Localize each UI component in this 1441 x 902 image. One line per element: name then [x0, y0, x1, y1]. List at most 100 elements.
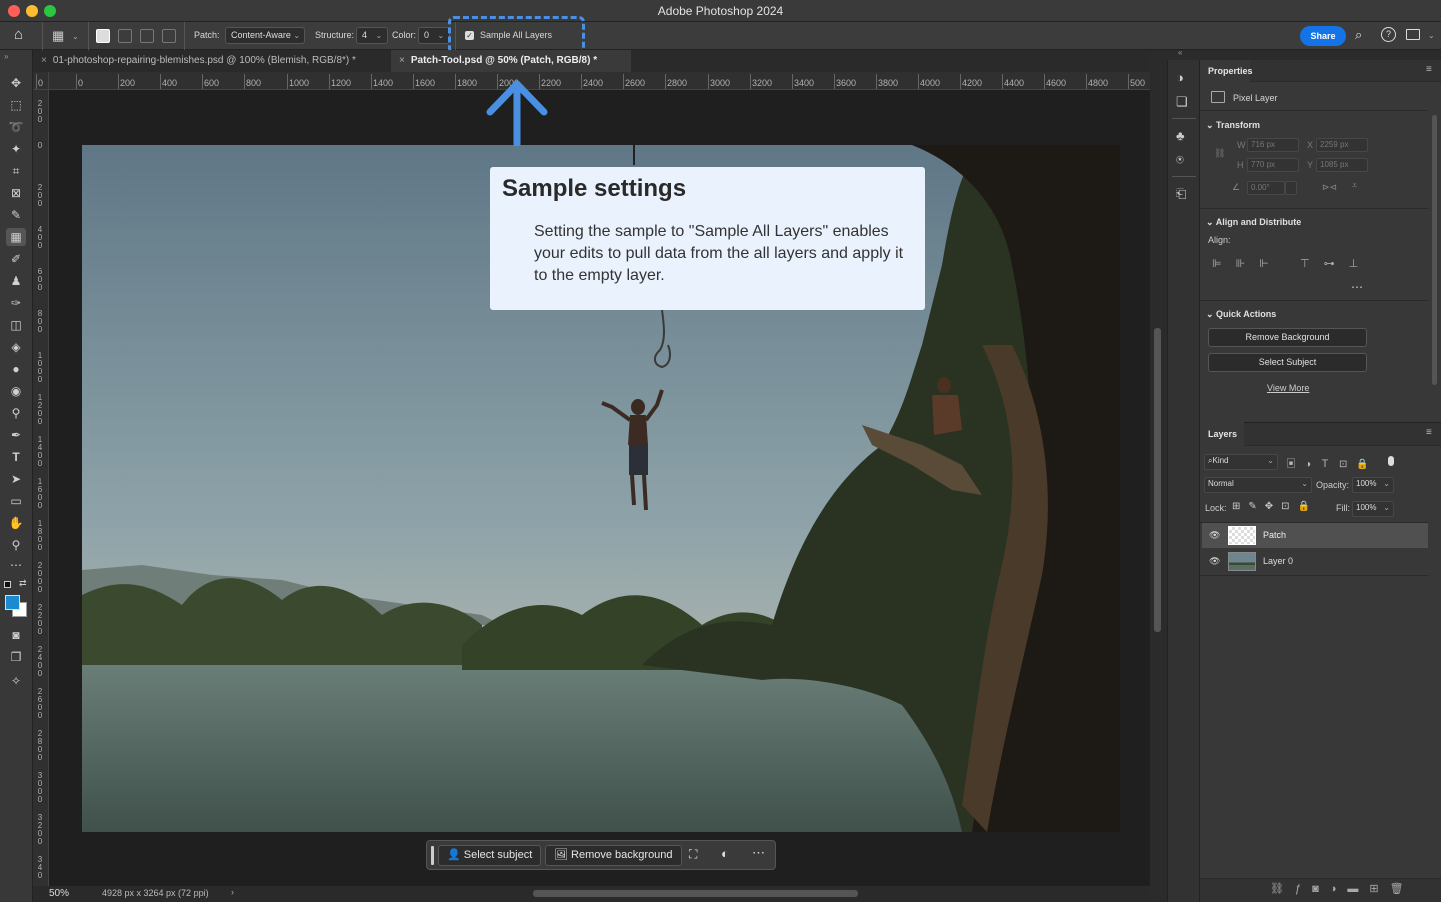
horizontal-ruler[interactable]: 0 0 200 400 600 800 1000 1200 1400 1600 1800 2000 22…: [36, 72, 1150, 90]
zoom-level[interactable]: 50%: [49, 888, 69, 899]
color-dropdown[interactable]: 0 ⌄: [418, 27, 450, 44]
color-panel-icon[interactable]: ♣: [1176, 128, 1185, 143]
more-align-options-icon[interactable]: ⋯: [1351, 280, 1363, 294]
chevron-down-icon[interactable]: ⌄: [72, 32, 79, 41]
properties-scrollbar[interactable]: [1432, 115, 1437, 385]
history-panel-icon[interactable]: ⎗: [1176, 186, 1186, 202]
crop-tool-icon[interactable]: ⌗: [6, 162, 26, 180]
workspace-icon[interactable]: [1406, 29, 1420, 40]
layers-footer-icons[interactable]: ⛓ƒ◙◑▬⊞🗑: [1270, 882, 1415, 895]
link-icon[interactable]: ⛓: [1214, 148, 1225, 159]
generative-icon[interactable]: ✧: [6, 672, 26, 690]
remove-background-action-button[interactable]: Remove Background: [1208, 328, 1367, 347]
tab-blemishes[interactable]: × 01-photoshop-repairing-blemishes.psd @ …: [33, 50, 393, 72]
panel-menu-icon[interactable]: ≡: [1426, 64, 1432, 75]
fill-field[interactable]: 100% ⌄: [1352, 501, 1394, 517]
path-selection-tool-icon[interactable]: ➤: [6, 470, 26, 488]
eraser-tool-icon[interactable]: ◫: [6, 316, 26, 334]
flip-horizontal-icon[interactable]: ⊳⊲: [1322, 182, 1337, 193]
lasso-tool-icon[interactable]: ➰: [6, 118, 26, 136]
frame-tool-icon[interactable]: ⊠: [6, 184, 26, 202]
layer-filter-dropdown[interactable]: ⌕Kind ⌄: [1204, 454, 1278, 470]
document-info[interactable]: 4928 px x 3264 px (72 ppi): [102, 888, 209, 898]
help-icon[interactable]: ?: [1381, 27, 1396, 42]
blur-tool-icon[interactable]: ●: [6, 360, 26, 378]
adjustment-icon[interactable]: ◐: [721, 846, 729, 861]
screen-mode-icon[interactable]: ❐: [6, 648, 26, 666]
select-subject-button[interactable]: 👤 Select subject: [438, 845, 542, 866]
brush-tool-icon[interactable]: ✐: [6, 250, 26, 268]
quick-mask-icon[interactable]: ◙: [6, 626, 26, 644]
opacity-field[interactable]: 100% ⌄: [1352, 477, 1394, 493]
drag-handle[interactable]: [431, 846, 434, 865]
y-field[interactable]: 1085 px: [1316, 158, 1368, 172]
paths-panel-icon[interactable]: ⍟: [1176, 152, 1184, 168]
eyedropper-tool-icon[interactable]: ✎: [6, 206, 26, 224]
x-field[interactable]: 2259 px: [1316, 138, 1368, 152]
remove-background-button[interactable]: 🖼 Remove background: [545, 845, 682, 866]
patch-tool-preset-icon[interactable]: ▦: [52, 28, 64, 44]
align-section-toggle[interactable]: ⌄ Align and Distribute: [1206, 217, 1301, 228]
hand-tool-icon[interactable]: ✋: [6, 514, 26, 532]
type-tool-icon[interactable]: T: [6, 448, 26, 466]
rectangle-tool-icon[interactable]: ▭: [6, 492, 26, 510]
share-button[interactable]: Share: [1300, 26, 1346, 46]
search-icon[interactable]: ⌕: [1355, 27, 1362, 43]
close-tab-icon[interactable]: ×: [399, 55, 405, 66]
paint-bucket-tool-icon[interactable]: ◈: [6, 338, 26, 356]
new-selection-icon[interactable]: [96, 29, 110, 43]
view-more-link[interactable]: View More: [1267, 383, 1309, 393]
intersect-selection-icon[interactable]: [162, 29, 176, 43]
default-colors-icon[interactable]: [4, 581, 11, 588]
more-options-icon[interactable]: ⋯: [752, 845, 765, 861]
patch-tool-icon[interactable]: ▦: [6, 228, 26, 246]
canvas-vertical-scrollbar[interactable]: [1150, 72, 1166, 886]
collapse-icon[interactable]: »: [4, 52, 8, 61]
angle-dropdown[interactable]: [1285, 181, 1297, 195]
horizontal-scroll-thumb[interactable]: [533, 890, 858, 897]
collapse-icon[interactable]: «: [1178, 48, 1182, 57]
dodge-tool-icon[interactable]: ◉: [6, 382, 26, 400]
history-brush-tool-icon[interactable]: ✑: [6, 294, 26, 312]
height-field[interactable]: 770 px: [1247, 158, 1299, 172]
vertical-ruler[interactable]: 2 0 0 0 2 0 0 4 0 0 6 0 0 8 0 0 1 0 0 0 1 2 0 0…: [33, 90, 49, 888]
libraries-panel-icon[interactable]: ❏: [1176, 94, 1188, 110]
transform-section-toggle[interactable]: ⌄ Transform: [1206, 120, 1260, 131]
foreground-color-swatch[interactable]: [5, 595, 20, 610]
magic-wand-tool-icon[interactable]: ✦: [6, 140, 26, 158]
clone-stamp-tool-icon[interactable]: ♟: [6, 272, 26, 290]
angle-field[interactable]: 0.00°: [1247, 181, 1285, 195]
lock-icons[interactable]: ⊞✎✥⊡🔒: [1232, 501, 1318, 512]
panel-menu-icon[interactable]: ≡: [1426, 427, 1432, 438]
subtract-selection-icon[interactable]: [140, 29, 154, 43]
select-subject-action-button[interactable]: Select Subject: [1208, 353, 1367, 372]
width-field[interactable]: 716 px: [1247, 138, 1299, 152]
adjustments-panel-icon[interactable]: ◑: [1176, 70, 1184, 85]
move-tool-icon[interactable]: ✥: [6, 74, 26, 92]
visibility-eye-icon[interactable]: 👁: [1209, 549, 1220, 574]
chevron-right-icon[interactable]: ›: [231, 887, 234, 897]
more-tools-icon[interactable]: ⋯: [6, 556, 26, 574]
structure-dropdown[interactable]: 4 ⌄: [356, 27, 388, 44]
zoom-tool-icon[interactable]: ⚲: [6, 536, 26, 554]
align-horizontal-icons[interactable]: ⊫⊪⊩: [1212, 257, 1283, 270]
filter-toggle[interactable]: [1388, 456, 1394, 466]
chevron-down-icon[interactable]: ⌄: [1428, 31, 1435, 40]
home-icon[interactable]: ⌂: [14, 26, 23, 43]
flip-vertical-icon[interactable]: ⩡: [1352, 180, 1357, 191]
visibility-eye-icon[interactable]: 👁: [1209, 523, 1220, 548]
transform-icon[interactable]: ⛶: [689, 847, 697, 862]
layer-row-patch[interactable]: 👁 Patch: [1202, 523, 1428, 548]
layer-row-layer-0[interactable]: 👁 Layer 0: [1202, 549, 1428, 574]
patch-mode-dropdown[interactable]: Content-Aware ⌄: [225, 27, 305, 44]
quick-actions-section-toggle[interactable]: ⌄ Quick Actions: [1206, 309, 1276, 320]
close-tab-icon[interactable]: ×: [41, 55, 47, 66]
blend-mode-dropdown[interactable]: Normal ⌄: [1204, 477, 1312, 493]
align-vertical-icons[interactable]: ⊤⊶⊥: [1300, 257, 1372, 270]
sponge-tool-icon[interactable]: ⚲: [6, 404, 26, 422]
layer-filter-icons[interactable]: ▣◑Ｔ⊡🔒: [1286, 455, 1378, 470]
marquee-tool-icon[interactable]: ⬚: [6, 96, 26, 114]
swap-colors-icon[interactable]: ⇄: [19, 578, 27, 589]
add-selection-icon[interactable]: [118, 29, 132, 43]
pen-tool-icon[interactable]: ✒: [6, 426, 26, 444]
